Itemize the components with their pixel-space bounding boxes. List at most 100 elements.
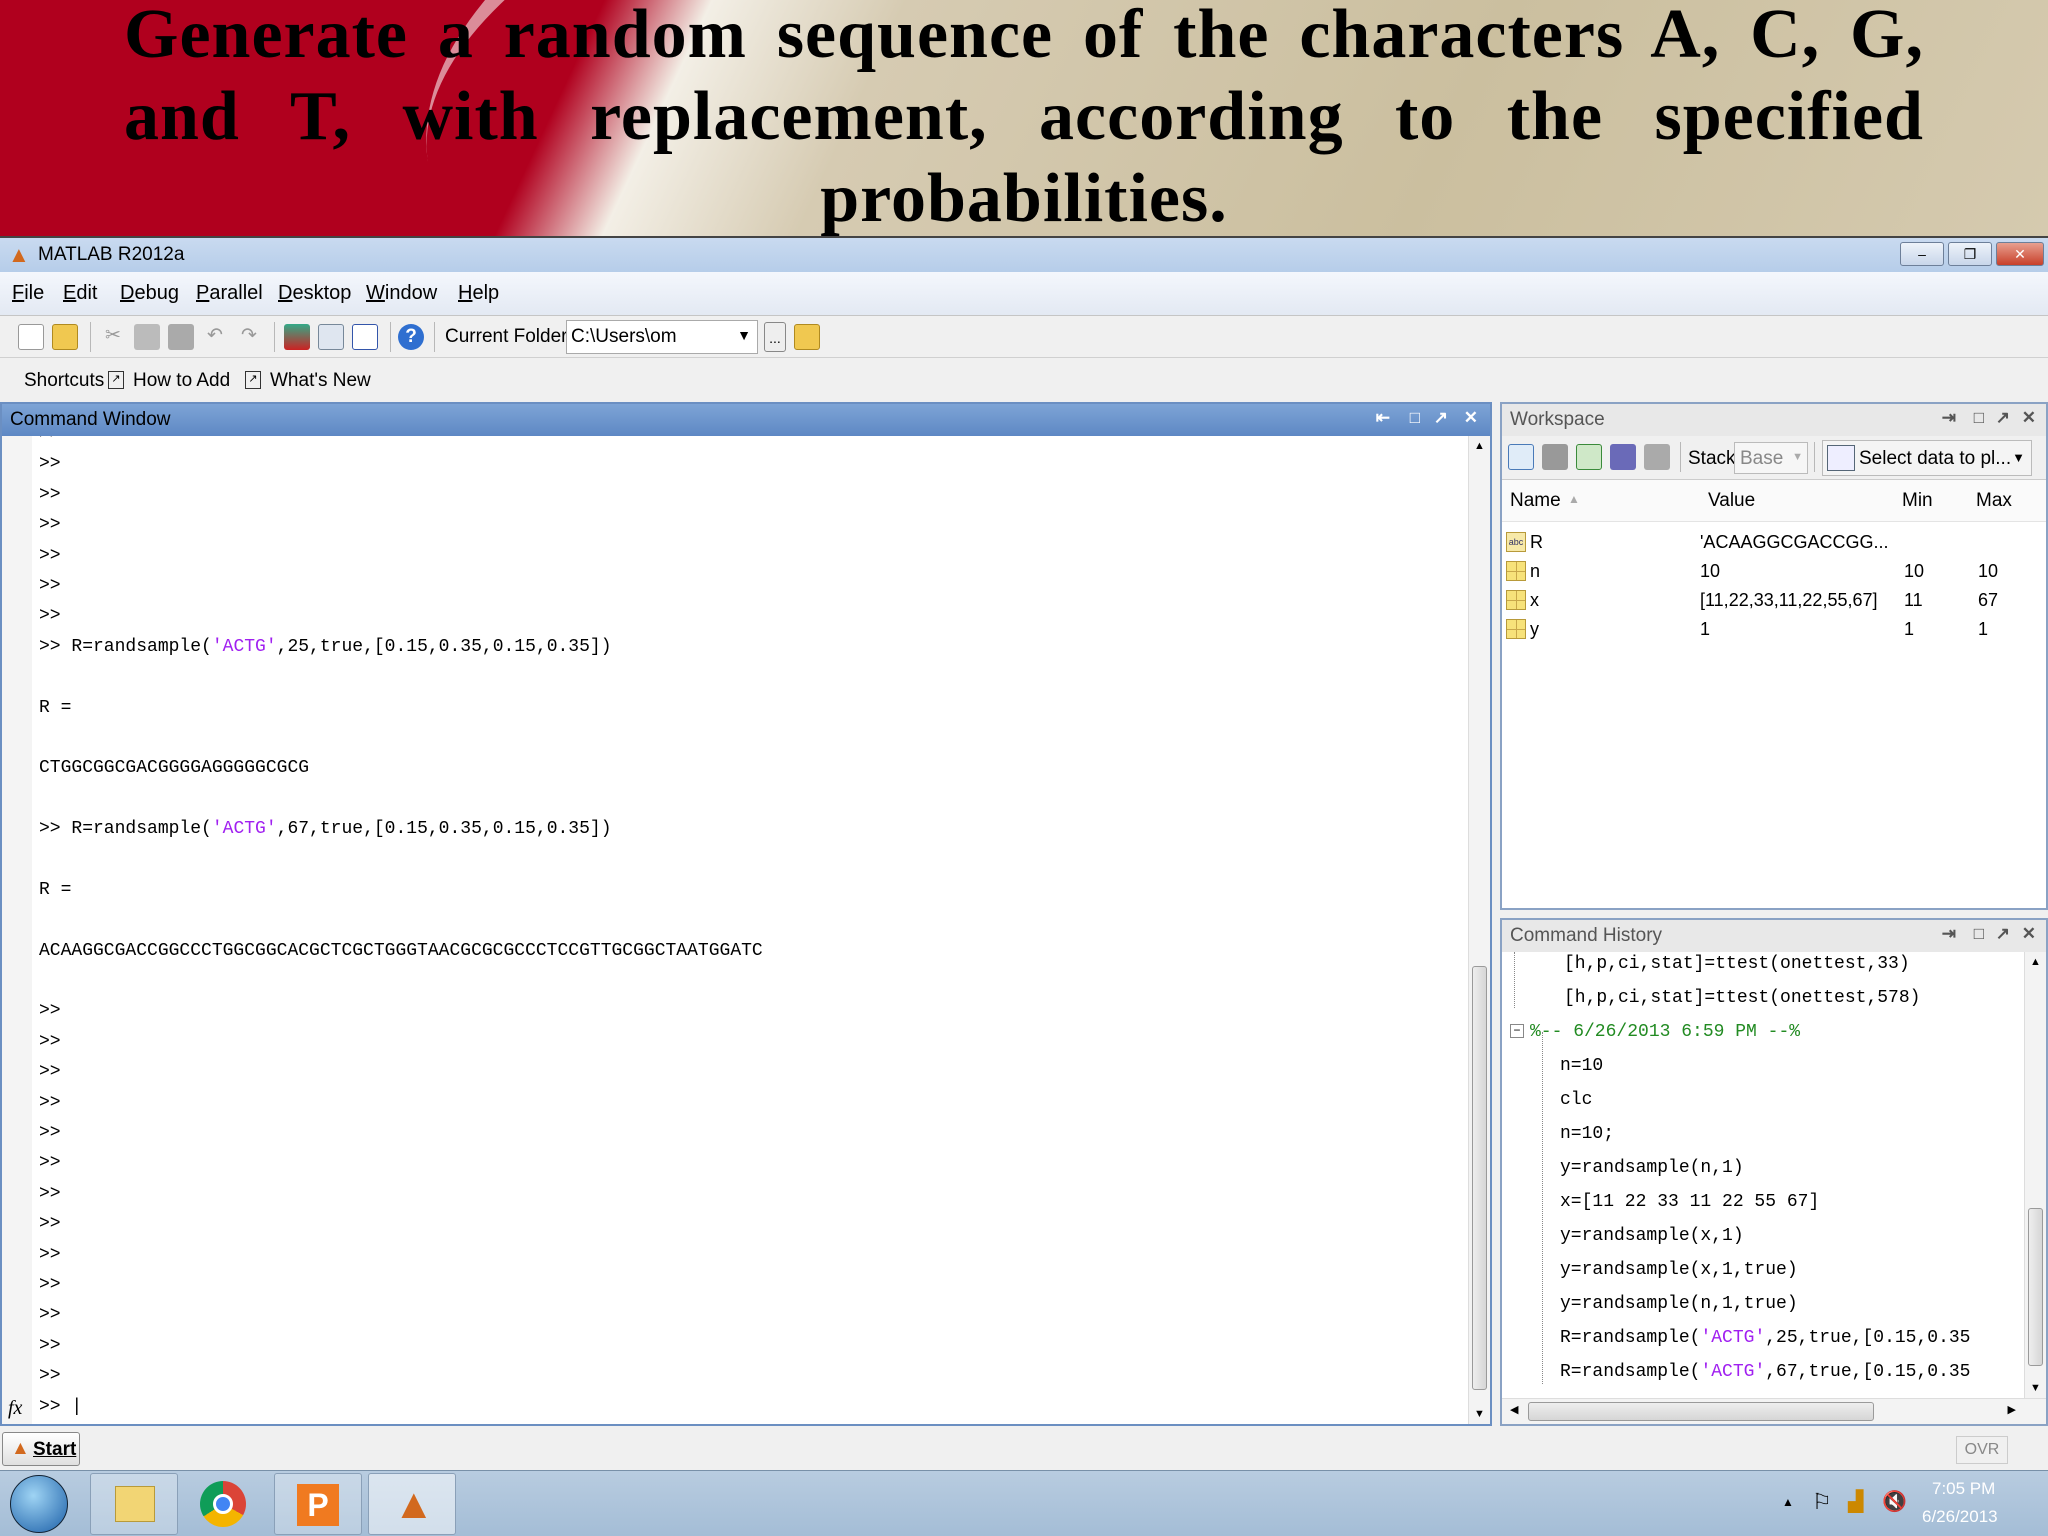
history-item[interactable]: R=randsample('ACTG',25,true,[0.15,0.35: [1560, 1328, 1970, 1348]
dock-icon[interactable]: ⇥: [1942, 924, 1956, 944]
show-hidden-icons[interactable]: ▲: [1782, 1495, 1794, 1509]
shortcuts-label[interactable]: Shortcuts: [24, 370, 104, 392]
cell-name: R: [1530, 532, 1543, 552]
scroll-up-icon[interactable]: ▲: [2030, 956, 2041, 968]
scroll-thumb[interactable]: [1472, 966, 1487, 1390]
close-icon[interactable]: ✕: [1464, 408, 1478, 428]
scroll-down-icon[interactable]: ▼: [1474, 1408, 1485, 1420]
shortcut-whats-new[interactable]: What's New: [270, 370, 371, 392]
action-center-flag-icon[interactable]: ⚐: [1812, 1489, 1832, 1515]
menu-debug[interactable]: Debug: [120, 282, 179, 305]
new-variable-icon[interactable]: [1508, 444, 1534, 470]
shortcut-how-to-add[interactable]: How to Add: [133, 370, 230, 392]
start-button[interactable]: ▲ Start: [2, 1432, 80, 1466]
history-item[interactable]: [h,p,ci,stat]=ttest(onettest,33): [1564, 954, 1910, 974]
guide-icon[interactable]: [318, 324, 344, 350]
restore-button[interactable]: ❐: [1948, 242, 1992, 266]
close-button[interactable]: ✕: [1996, 242, 2044, 266]
profiler-icon[interactable]: [352, 324, 378, 350]
ovr-indicator: OVR: [1956, 1436, 2008, 1464]
up-folder-icon[interactable]: [794, 324, 820, 350]
taskbar-matlab-icon[interactable]: ▲: [368, 1473, 456, 1535]
redo-icon[interactable]: ↷: [236, 324, 262, 350]
prompt: >>: [39, 1366, 61, 1387]
taskbar-chrome-icon[interactable]: [200, 1481, 246, 1527]
column-name[interactable]: Name: [1510, 490, 1561, 512]
network-icon[interactable]: ▟: [1848, 1489, 1863, 1514]
history-item[interactable]: x=[11 22 33 11 22 55 67]: [1560, 1192, 1819, 1212]
undo-icon[interactable]: ↶: [202, 324, 228, 350]
history-scrollbar[interactable]: ▲ ▼: [2024, 952, 2046, 1398]
history-item[interactable]: [h,p,ci,stat]=ttest(onettest,578): [1564, 988, 1920, 1008]
scroll-thumb[interactable]: [2028, 1208, 2043, 1366]
scroll-up-icon[interactable]: ▲: [1474, 440, 1485, 452]
menu-window[interactable]: Window: [366, 282, 437, 305]
taskbar-explorer-icon[interactable]: [90, 1473, 178, 1535]
maximize-icon[interactable]: □: [1410, 408, 1420, 428]
simulink-icon[interactable]: [284, 324, 310, 350]
stack-select[interactable]: Base ▼: [1734, 442, 1808, 474]
copy-icon[interactable]: [134, 324, 160, 350]
minimize-button[interactable]: –: [1900, 242, 1944, 266]
history-item[interactable]: y=randsample(n,1): [1560, 1158, 1744, 1178]
popout-icon[interactable]: ↗: [1996, 408, 2010, 428]
help-icon[interactable]: ?: [398, 324, 424, 350]
menu-desktop[interactable]: Desktop: [278, 282, 351, 305]
history-item[interactable]: n=10;: [1560, 1124, 1614, 1144]
close-icon[interactable]: ✕: [2022, 408, 2036, 428]
menu-file[interactable]: File: [12, 282, 44, 305]
cut-icon[interactable]: ✂: [100, 324, 126, 350]
popout-icon[interactable]: ↗: [1434, 408, 1448, 428]
sort-ascending-icon: ▲: [1568, 492, 1580, 506]
close-icon[interactable]: ✕: [2022, 924, 2036, 944]
command-window-body[interactable]: >>>>>>>>>>>>>>>> R=randsample('ACTG',25,…: [2, 436, 1468, 1424]
history-item[interactable]: clc: [1560, 1090, 1592, 1110]
paste-icon[interactable]: [168, 324, 194, 350]
table-row[interactable]: n 10 10 10: [1502, 557, 2046, 586]
table-row[interactable]: x [11,22,33,11,22,55,67] 11 67: [1502, 586, 2046, 615]
delete-variable-icon[interactable]: [1644, 444, 1670, 470]
menu-parallel[interactable]: Parallel: [196, 282, 263, 305]
table-row[interactable]: abc R 'ACAAGGCGACCGG...: [1502, 528, 2046, 557]
fx-icon[interactable]: fx: [8, 1397, 22, 1420]
scroll-left-icon[interactable]: ◀: [1510, 1403, 1518, 1416]
history-item[interactable]: y=randsample(x,1,true): [1560, 1260, 1798, 1280]
browse-folder-button[interactable]: ...: [764, 322, 786, 352]
history-item[interactable]: n=10: [1560, 1056, 1603, 1076]
taskbar-powerpoint-icon[interactable]: P: [274, 1473, 362, 1535]
new-file-icon[interactable]: [18, 324, 44, 350]
clock-time[interactable]: 7:05 PM: [1932, 1479, 1995, 1499]
command-line: R =: [39, 693, 763, 723]
menu-help[interactable]: Help: [458, 282, 499, 305]
collapse-icon[interactable]: −: [1510, 1024, 1524, 1039]
popout-icon[interactable]: ↗: [1996, 924, 2010, 944]
command-window-scrollbar[interactable]: ▲ ▼: [1468, 436, 1490, 1424]
column-value[interactable]: Value: [1708, 490, 1755, 512]
undock-icon[interactable]: ⇤: [1376, 408, 1390, 428]
scroll-thumb[interactable]: [1528, 1402, 1874, 1421]
history-item[interactable]: − %-- 6/26/2013 6:59 PM --%: [1510, 1022, 1800, 1042]
history-item[interactable]: R=randsample('ACTG',67,true,[0.15,0.35: [1560, 1362, 1970, 1382]
maximize-icon[interactable]: □: [1974, 924, 1984, 944]
menu-edit[interactable]: Edit: [63, 282, 97, 305]
column-max[interactable]: Max: [1976, 490, 2012, 512]
dock-icon[interactable]: ⇥: [1942, 408, 1956, 428]
string-literal: 'ACTG': [1700, 1328, 1766, 1348]
import-data-icon[interactable]: [1576, 444, 1602, 470]
open-file-icon[interactable]: [52, 324, 78, 350]
history-item[interactable]: y=randsample(x,1): [1560, 1226, 1744, 1246]
open-variable-icon[interactable]: [1542, 444, 1568, 470]
save-workspace-icon[interactable]: [1610, 444, 1636, 470]
current-folder-input[interactable]: C:\Users\om ▼: [566, 320, 758, 354]
table-row[interactable]: y 1 1 1: [1502, 615, 2046, 644]
history-hscrollbar[interactable]: ◀ ▶: [1502, 1398, 2046, 1424]
clock-date[interactable]: 6/26/2013: [1922, 1507, 1998, 1527]
volume-muted-icon[interactable]: 🔇: [1882, 1489, 1907, 1514]
history-item[interactable]: y=randsample(n,1,true): [1560, 1294, 1798, 1314]
plot-select-dropdown[interactable]: Select data to pl... ▼: [1822, 440, 2032, 476]
maximize-icon[interactable]: □: [1974, 408, 1984, 428]
windows-start-orb-icon[interactable]: [10, 1475, 68, 1533]
scroll-right-icon[interactable]: ▶: [2008, 1403, 2016, 1416]
scroll-down-icon[interactable]: ▼: [2030, 1382, 2041, 1394]
column-min[interactable]: Min: [1902, 490, 1933, 512]
